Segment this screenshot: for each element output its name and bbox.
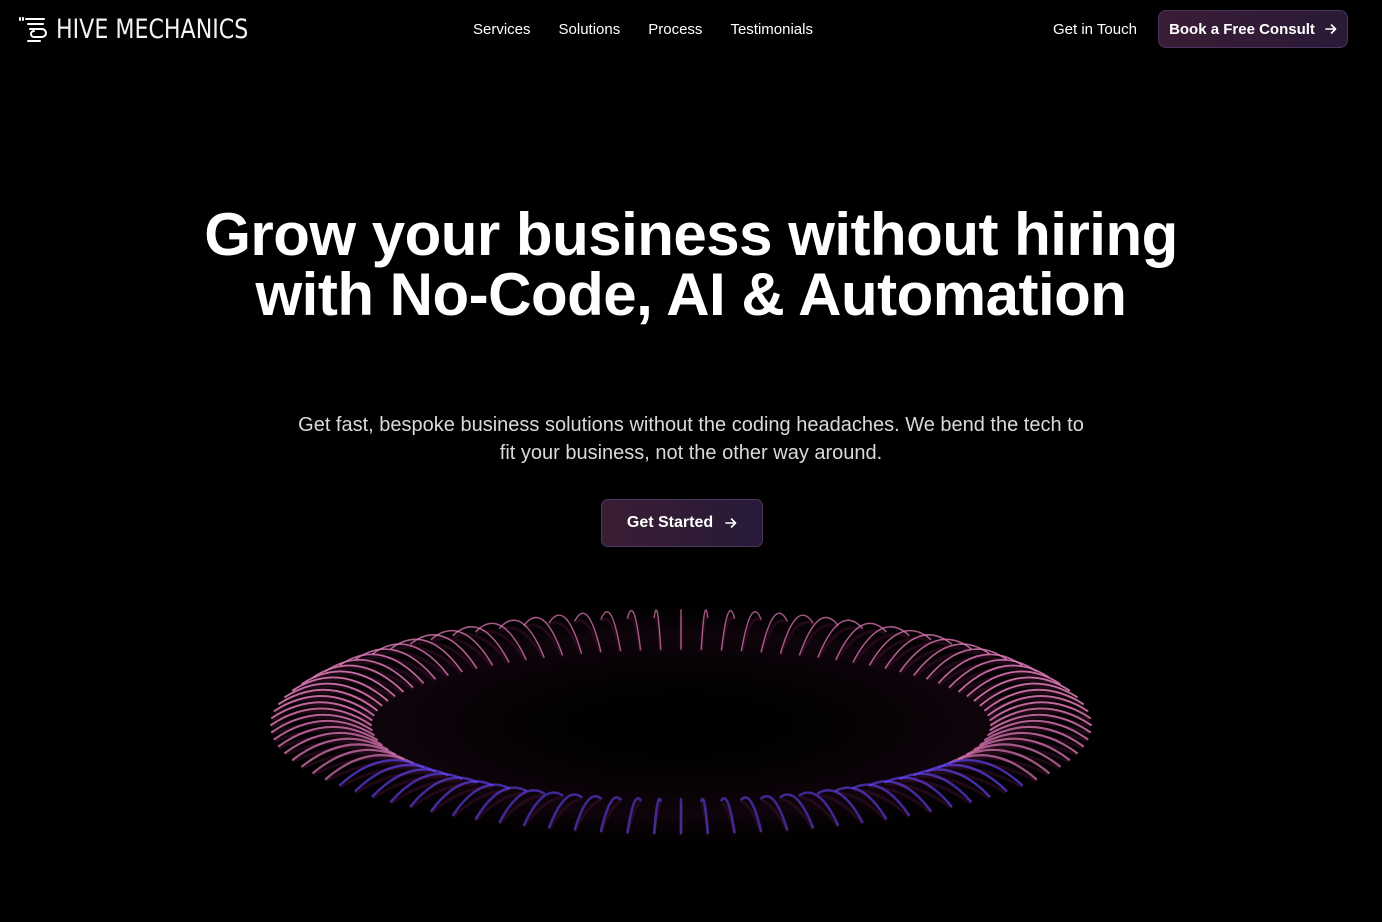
landing-page: HIVE MECHANICS Services Solutions Proces… <box>0 0 1382 922</box>
hero-ring-graphic <box>261 595 1101 855</box>
hero-headline: Grow your business without hiring with N… <box>204 201 1178 328</box>
book-consult-button[interactable]: Book a Free Consult <box>1158 10 1348 48</box>
nav-link-services[interactable]: Services <box>473 20 531 40</box>
get-in-touch-link[interactable]: Get in Touch <box>1053 20 1137 40</box>
primary-menu: Services Solutions Process Testimonials <box>473 20 813 40</box>
nav-link-process[interactable]: Process <box>648 20 702 40</box>
get-started-button[interactable]: Get Started <box>601 499 763 547</box>
book-consult-label: Book a Free Consult <box>1169 20 1315 38</box>
brand-name: HIVE MECHANICS <box>56 13 249 45</box>
hive-wire-icon <box>19 17 47 42</box>
nav-link-testimonials[interactable]: Testimonials <box>730 20 813 40</box>
arrow-right-icon <box>1325 24 1337 34</box>
hero-subheadline: Get fast, bespoke business solutions wit… <box>298 414 1084 464</box>
nav-link-solutions[interactable]: Solutions <box>559 20 621 40</box>
get-started-label: Get Started <box>626 514 714 531</box>
top-nav: HIVE MECHANICS Services Solutions Proces… <box>0 0 1382 60</box>
arrow-right-icon <box>725 518 737 528</box>
brand-logo[interactable]: HIVE MECHANICS <box>18 14 291 44</box>
